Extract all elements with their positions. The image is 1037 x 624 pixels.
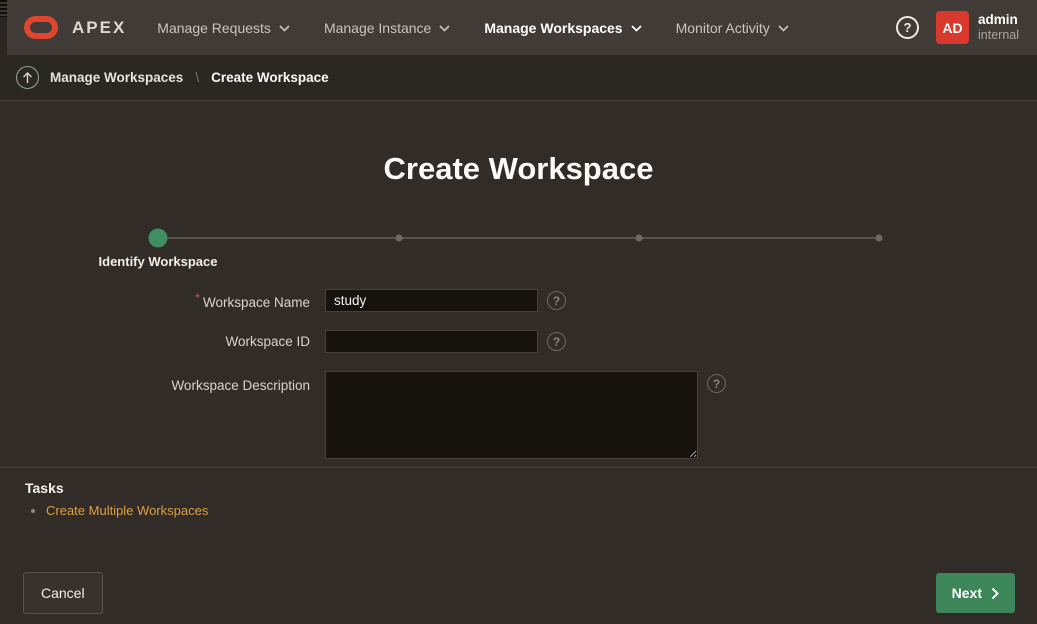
page-title: Create Workspace: [0, 151, 1037, 187]
menu-manage-instance[interactable]: Manage Instance: [324, 20, 450, 36]
next-button-label: Next: [952, 585, 982, 601]
required-marker: *: [195, 291, 200, 305]
help-icon[interactable]: ?: [896, 16, 919, 39]
tasks-list: Create Multiple Workspaces: [25, 503, 1037, 518]
breadcrumb-separator: \: [195, 70, 199, 85]
breadcrumb: Manage Workspaces \ Create Workspace: [0, 55, 1037, 101]
cancel-button[interactable]: Cancel: [23, 572, 103, 614]
chevron-right-icon: [991, 587, 999, 600]
next-button[interactable]: Next: [936, 573, 1015, 613]
workspace-description-textarea[interactable]: [325, 371, 698, 459]
workspace-name-input[interactable]: [325, 289, 538, 312]
user-info: admin internal: [978, 12, 1019, 43]
menu-manage-workspaces[interactable]: Manage Workspaces: [484, 20, 641, 36]
navbar-right: ? AD admin internal: [896, 11, 1019, 44]
workspace-form: *Workspace Name ? Workspace ID ? Workspa…: [0, 289, 1037, 459]
chevron-down-icon: [778, 25, 789, 32]
user-menu[interactable]: AD admin internal: [936, 11, 1019, 44]
field-help-icon[interactable]: ?: [547, 291, 566, 310]
step-label: Identify Workspace: [99, 254, 218, 269]
user-context: internal: [978, 28, 1019, 43]
step-dot: [876, 235, 883, 242]
workspace-id-input[interactable]: [325, 330, 538, 353]
workspace-description-label: Workspace Description: [0, 371, 310, 393]
chevron-down-icon: [631, 25, 642, 32]
form-row-workspace-id: Workspace ID ?: [0, 330, 1037, 353]
menu-label: Manage Requests: [157, 20, 271, 36]
oracle-logo-icon: [24, 16, 58, 39]
step-dot: [635, 235, 642, 242]
menu-label: Manage Workspaces: [484, 20, 622, 36]
main-menu: Manage Requests Manage Instance Manage W…: [157, 20, 788, 36]
progress-line: [158, 237, 879, 239]
workspace-id-label: Workspace ID: [0, 334, 310, 349]
menu-monitor-activity[interactable]: Monitor Activity: [676, 20, 789, 36]
wizard-progress: Identify Workspace: [158, 228, 879, 248]
create-multiple-workspaces-link[interactable]: Create Multiple Workspaces: [46, 503, 208, 518]
tasks-heading: Tasks: [25, 480, 1037, 496]
step-dot-current: [149, 229, 168, 248]
brand-title: APEX: [72, 18, 126, 38]
wizard-buttons: Cancel Next: [23, 572, 1015, 614]
form-row-workspace-name: *Workspace Name ?: [0, 289, 1037, 312]
user-name: admin: [978, 12, 1019, 28]
top-navbar: APEX Manage Requests Manage Instance Man…: [0, 0, 1037, 55]
field-help-icon[interactable]: ?: [707, 374, 726, 393]
breadcrumb-current: Create Workspace: [211, 70, 329, 85]
main-content: Create Workspace Identify Workspace *Wor…: [0, 151, 1037, 518]
menu-manage-requests[interactable]: Manage Requests: [157, 20, 290, 36]
tasks-region: Tasks Create Multiple Workspaces: [0, 467, 1037, 518]
label-text: Workspace Name: [203, 295, 310, 310]
form-row-workspace-description: Workspace Description ?: [0, 371, 1037, 459]
field-help-icon[interactable]: ?: [547, 332, 566, 351]
menu-label: Manage Instance: [324, 20, 431, 36]
avatar: AD: [936, 11, 969, 44]
workspace-name-label: *Workspace Name: [0, 291, 310, 310]
window-edge-artifact: [0, 0, 7, 55]
step-dot: [395, 235, 402, 242]
list-item: Create Multiple Workspaces: [46, 503, 1037, 518]
chevron-down-icon: [279, 25, 290, 32]
up-arrow-icon[interactable]: [16, 66, 39, 89]
label-text: Workspace ID: [225, 334, 310, 349]
label-text: Workspace Description: [171, 378, 310, 393]
chevron-down-icon: [439, 25, 450, 32]
menu-label: Monitor Activity: [676, 20, 770, 36]
breadcrumb-parent[interactable]: Manage Workspaces: [50, 70, 183, 85]
